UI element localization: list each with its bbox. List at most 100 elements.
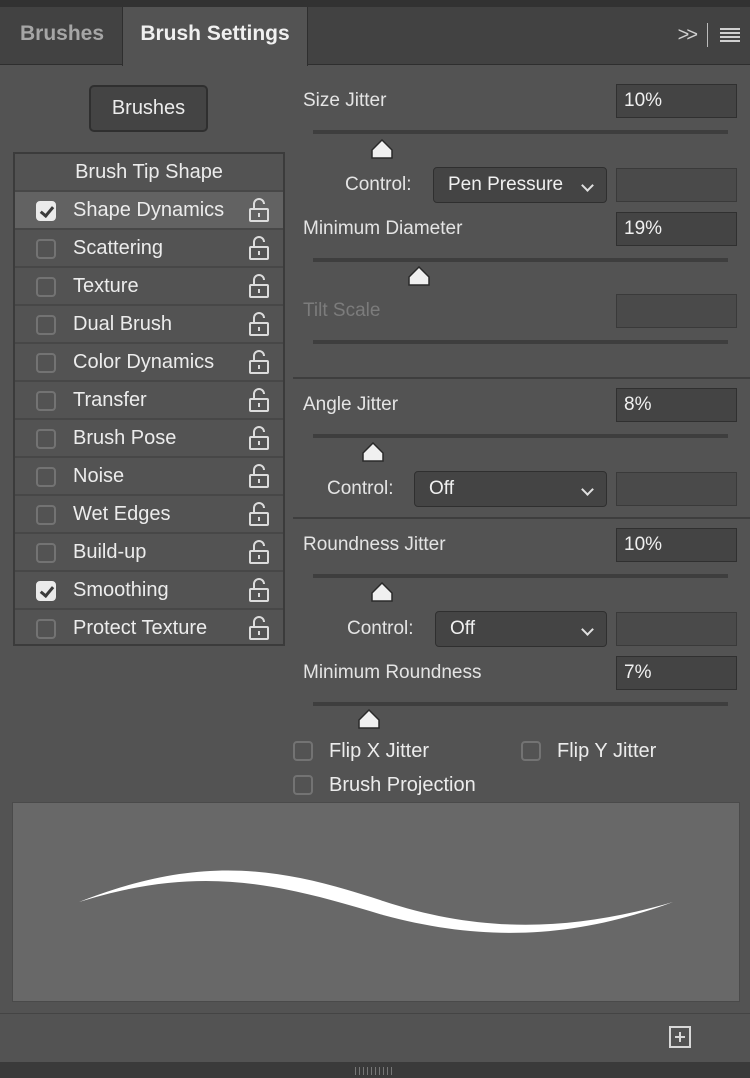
angle-control-value: Off bbox=[429, 478, 454, 499]
brush-tip-shape-item[interactable]: Brush Tip Shape bbox=[15, 154, 283, 190]
option-checkbox[interactable] bbox=[36, 277, 56, 297]
option-checkbox[interactable] bbox=[36, 353, 56, 373]
option-checkbox[interactable] bbox=[36, 619, 56, 639]
brushes-button[interactable]: Brushes bbox=[89, 85, 208, 132]
flip-x-jitter-label[interactable]: Flip X Jitter bbox=[329, 740, 429, 763]
divider bbox=[0, 1013, 750, 1014]
size-jitter-slider-track[interactable] bbox=[313, 130, 728, 134]
lock-icon[interactable] bbox=[248, 502, 270, 526]
expand-icon[interactable]: >> bbox=[678, 24, 698, 47]
size-control-extra-input bbox=[616, 168, 737, 202]
option-checkbox[interactable] bbox=[36, 467, 56, 487]
option-row[interactable]: Build-up bbox=[15, 532, 283, 570]
lock-icon[interactable] bbox=[248, 350, 270, 374]
roundness-control-value: Off bbox=[450, 618, 475, 639]
chevron-down-icon bbox=[581, 483, 594, 496]
option-label[interactable]: Color Dynamics bbox=[73, 351, 214, 374]
divider bbox=[293, 377, 750, 379]
size-jitter-input[interactable]: 10% bbox=[616, 84, 737, 118]
minimum-roundness-input[interactable]: 7% bbox=[616, 656, 737, 690]
chevron-down-icon bbox=[581, 623, 594, 636]
angle-jitter-label: Angle Jitter bbox=[303, 394, 399, 415]
minimum-roundness-slider-thumb[interactable] bbox=[358, 709, 380, 729]
size-jitter-slider-thumb[interactable] bbox=[370, 139, 393, 159]
tab-brushes[interactable]: Brushes bbox=[0, 7, 124, 65]
option-label[interactable]: Transfer bbox=[73, 389, 147, 412]
roundness-jitter-label: Roundness Jitter bbox=[303, 534, 446, 555]
minimum-diameter-input[interactable]: 19% bbox=[616, 212, 737, 246]
roundness-control-dropdown[interactable]: Off bbox=[435, 611, 607, 647]
tilt-scale-input bbox=[616, 294, 737, 328]
lock-icon[interactable] bbox=[248, 578, 270, 602]
size-control-value: Pen Pressure bbox=[448, 174, 564, 195]
option-checkbox[interactable] bbox=[36, 429, 56, 449]
tab-bar: Brushes Brush Settings >> bbox=[0, 7, 750, 66]
divider bbox=[293, 517, 750, 519]
option-label[interactable]: Scattering bbox=[73, 237, 163, 260]
tilt-scale-slider-track bbox=[313, 340, 728, 344]
option-row[interactable]: Smoothing bbox=[15, 570, 283, 608]
option-label[interactable]: Smoothing bbox=[73, 579, 169, 602]
angle-jitter-slider-thumb[interactable] bbox=[362, 442, 384, 462]
flip-y-jitter-checkbox[interactable] bbox=[521, 741, 541, 761]
option-checkbox[interactable] bbox=[36, 543, 56, 563]
angle-jitter-input[interactable]: 8% bbox=[616, 388, 737, 422]
option-row[interactable]: Texture bbox=[15, 266, 283, 304]
option-row[interactable]: Scattering bbox=[15, 228, 283, 266]
tab-brush-settings[interactable]: Brush Settings bbox=[122, 7, 308, 66]
minimum-roundness-slider-track[interactable] bbox=[313, 702, 728, 706]
minimum-roundness-label: Minimum Roundness bbox=[303, 662, 482, 683]
lock-icon[interactable] bbox=[248, 388, 270, 412]
option-label[interactable]: Build-up bbox=[73, 541, 146, 564]
option-checkbox[interactable] bbox=[36, 391, 56, 411]
roundness-jitter-input[interactable]: 10% bbox=[616, 528, 737, 562]
option-label[interactable]: Dual Brush bbox=[73, 313, 172, 336]
minimum-diameter-slider-thumb[interactable] bbox=[408, 266, 430, 286]
size-control-dropdown[interactable]: Pen Pressure bbox=[433, 167, 607, 203]
resize-grip-icon[interactable] bbox=[355, 1067, 395, 1075]
option-checkbox[interactable] bbox=[36, 201, 56, 221]
option-label[interactable]: Noise bbox=[73, 465, 124, 488]
option-row[interactable]: Transfer bbox=[15, 380, 283, 418]
option-label[interactable]: Shape Dynamics bbox=[73, 199, 224, 222]
lock-icon[interactable] bbox=[248, 616, 270, 640]
flip-x-jitter-checkbox[interactable] bbox=[293, 741, 313, 761]
option-label[interactable]: Wet Edges bbox=[73, 503, 170, 526]
option-row[interactable]: Protect Texture bbox=[15, 608, 283, 646]
chevron-down-icon bbox=[581, 179, 594, 192]
option-row[interactable]: Noise bbox=[15, 456, 283, 494]
divider bbox=[707, 23, 708, 47]
lock-icon[interactable] bbox=[248, 312, 270, 336]
lock-icon[interactable] bbox=[248, 426, 270, 450]
brush-projection-label[interactable]: Brush Projection bbox=[329, 774, 476, 797]
new-brush-icon[interactable] bbox=[669, 1026, 691, 1048]
option-label[interactable]: Protect Texture bbox=[73, 617, 207, 640]
lock-icon[interactable] bbox=[248, 198, 270, 222]
option-row[interactable]: Dual Brush bbox=[15, 304, 283, 342]
option-label[interactable]: Brush Pose bbox=[73, 427, 176, 450]
option-checkbox[interactable] bbox=[36, 581, 56, 601]
flip-y-jitter-label[interactable]: Flip Y Jitter bbox=[557, 740, 656, 763]
option-checkbox[interactable] bbox=[36, 315, 56, 335]
option-row[interactable]: Wet Edges bbox=[15, 494, 283, 532]
option-checkbox[interactable] bbox=[36, 505, 56, 525]
option-label[interactable]: Texture bbox=[73, 275, 139, 298]
stroke-preview-graphic bbox=[79, 870, 673, 933]
angle-jitter-slider-track[interactable] bbox=[313, 434, 728, 438]
lock-icon[interactable] bbox=[248, 274, 270, 298]
minimum-diameter-label: Minimum Diameter bbox=[303, 218, 463, 239]
lock-icon[interactable] bbox=[248, 540, 270, 564]
option-row[interactable]: Brush Pose bbox=[15, 418, 283, 456]
roundness-jitter-slider-thumb[interactable] bbox=[370, 582, 393, 602]
angle-control-extra-input bbox=[616, 472, 737, 506]
roundness-jitter-slider-track[interactable] bbox=[313, 574, 728, 578]
panel-menu-icon[interactable] bbox=[720, 28, 740, 42]
option-row[interactable]: Shape Dynamics bbox=[15, 190, 283, 228]
minimum-diameter-slider-track[interactable] bbox=[313, 258, 728, 262]
option-checkbox[interactable] bbox=[36, 239, 56, 259]
brush-projection-checkbox[interactable] bbox=[293, 775, 313, 795]
lock-icon[interactable] bbox=[248, 236, 270, 260]
option-row[interactable]: Color Dynamics bbox=[15, 342, 283, 380]
lock-icon[interactable] bbox=[248, 464, 270, 488]
angle-control-dropdown[interactable]: Off bbox=[414, 471, 607, 507]
